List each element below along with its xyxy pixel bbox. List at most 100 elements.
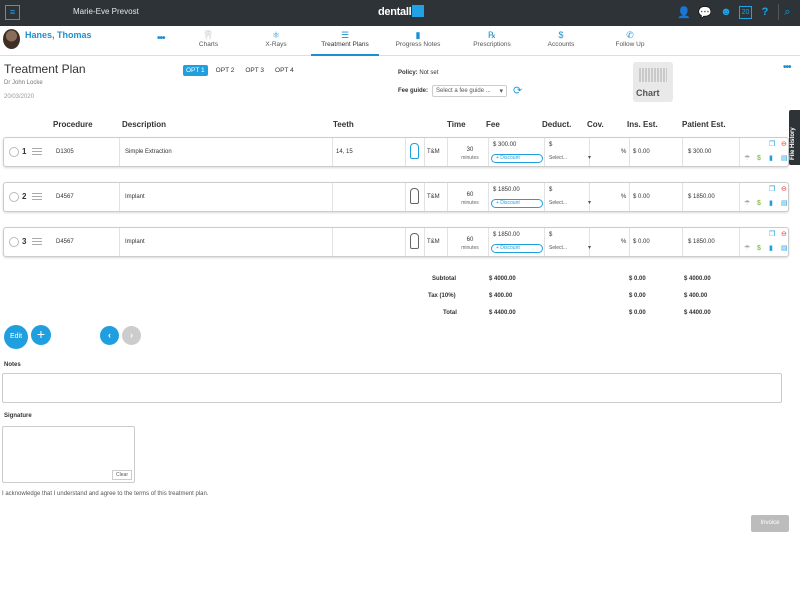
coverage-field[interactable]: % [621,194,626,200]
tooth-icon[interactable] [410,233,419,249]
insurance-umbrella-icon[interactable]: ☂ [744,245,750,253]
refresh-icon[interactable]: ⟳ [513,84,522,97]
chart-thumbnail[interactable]: Chart [633,62,673,102]
signature-pad[interactable]: Clear [2,426,135,483]
fee-field[interactable]: $ 1850.00 [493,187,520,193]
option-tab-1[interactable]: OPT 1 [183,65,208,76]
tab-prescriptions[interactable]: ℞ Prescriptions [457,26,527,56]
option-tab-2[interactable]: OPT 2 [213,65,238,76]
row-select-radio[interactable] [9,147,19,157]
deduct-field[interactable]: $ [549,232,552,238]
tooth-icon[interactable] [410,188,419,204]
clear-signature-button[interactable]: Clear [112,470,132,480]
fee-field[interactable]: $ 300.00 [493,142,516,148]
tab-progress-notes[interactable]: ▮ Progress Notes [379,26,457,56]
app-logo[interactable]: dentall [378,5,425,21]
tab-x-rays[interactable]: ⚛ X-Rays [241,26,311,56]
row-actions: ❐ ⊖ ☂ $ ▮ ▤ [741,140,789,166]
deduct-field[interactable]: $ [549,142,552,148]
file-history-tab[interactable]: File History [789,110,800,165]
insurance-estimate: $ 0.00 [633,149,650,155]
calendar-icon[interactable]: 20 [739,5,752,19]
file-history-label: File History [790,127,796,160]
deduct-select[interactable]: Select... [549,199,591,206]
note-icon[interactable]: ▮ [769,245,773,253]
row-select-radio[interactable] [9,237,19,247]
option-tab-3[interactable]: OPT 3 [242,65,267,76]
option-tab-4[interactable]: OPT 4 [272,65,297,76]
chat-icon[interactable]: 💬 [697,4,713,20]
delete-icon[interactable]: ⊖ [781,141,787,149]
time-field[interactable]: 30 minutes [450,146,490,162]
note-icon[interactable]: ▮ [769,200,773,208]
procedure-code-field[interactable]: D1305 [56,149,74,155]
deduct-select[interactable]: Select... [549,154,591,161]
header-teeth: Teeth [333,120,354,129]
row-number: 1 [22,147,27,156]
next-page-button[interactable]: › [122,326,141,345]
description-field[interactable]: Implant [125,194,145,200]
help-icon[interactable]: ? [757,4,773,20]
discount-button[interactable]: + Discount [491,154,543,163]
note-icon[interactable]: ▮ [769,155,773,163]
discount-button[interactable]: + Discount [491,244,543,253]
dollar-icon[interactable]: $ [757,245,761,253]
description-field[interactable]: Implant [125,239,145,245]
hamburger-menu-icon[interactable]: ≡ [5,5,20,20]
tab-treatment-plans[interactable]: ☰ Treatment Plans [311,26,379,56]
document-icon[interactable]: ▤ [781,200,788,208]
drag-handle-icon[interactable] [32,148,42,156]
patient-name[interactable]: Hanes, Thomas [25,30,92,40]
list-icon: ☰ [340,30,350,40]
procedure-code-field[interactable]: D4567 [56,194,74,200]
dollar-icon[interactable]: $ [757,200,761,208]
fee-guide-select[interactable]: Select a fee guide ... [432,85,507,97]
time-field[interactable]: 60 minutes [450,236,490,252]
search-icon[interactable]: ⌕ [778,4,796,20]
procedure-code-field[interactable]: D4567 [56,239,74,245]
copy-icon[interactable]: ❐ [769,231,775,239]
patients-icon[interactable]: ☻ [718,4,734,20]
top-icon-group: 👤 💬 ☻ 20 ? ⌕ [676,4,796,20]
person-icon[interactable]: 👤 [676,4,692,20]
deduct-field[interactable]: $ [549,187,552,193]
notes-field[interactable] [2,373,782,403]
copy-icon[interactable]: ❐ [769,186,775,194]
discount-button[interactable]: + Discount [491,199,543,208]
page-more-button[interactable]: ••• [783,62,791,73]
edit-button[interactable]: Edit [4,325,28,349]
dollar-icon[interactable]: $ [757,155,761,163]
document-icon[interactable]: ▤ [781,245,788,253]
deduct-select[interactable]: Select... [549,244,591,251]
delete-icon[interactable]: ⊖ [781,231,787,239]
invoice-button[interactable]: Invoice [751,515,789,532]
patient-avatar[interactable] [3,29,20,49]
row-actions: ❐ ⊖ ☂ $ ▮ ▤ [741,230,789,256]
insurance-umbrella-icon[interactable]: ☂ [744,200,750,208]
coverage-field[interactable]: % [621,239,626,245]
coverage-field[interactable]: % [621,149,626,155]
insurance-umbrella-icon[interactable]: ☂ [744,155,750,163]
add-procedure-button[interactable]: + [31,325,51,345]
time-field[interactable]: 60 minutes [450,191,490,207]
time-type: T&M [427,194,440,200]
row-select-radio[interactable] [9,192,19,202]
rx-icon: ℞ [487,30,497,40]
tab-follow-up[interactable]: ✆ Follow Up [595,26,665,56]
fee-field[interactable]: $ 1850.00 [493,232,520,238]
previous-page-button[interactable]: ‹ [100,326,119,345]
tooth-icon[interactable] [410,143,419,159]
description-field[interactable]: Simple Extraction [125,149,172,155]
drag-handle-icon[interactable] [32,193,42,201]
tab-accounts[interactable]: $ Accounts [527,26,595,56]
document-icon[interactable]: ▤ [781,155,788,163]
teeth-field[interactable]: 14, 15 [336,149,353,155]
copy-icon[interactable]: ❐ [769,141,775,149]
drag-handle-icon[interactable] [32,238,42,246]
patient-more-button[interactable]: ••• [157,33,165,44]
table-row: 3 D4567 Implant T&M 60 minutes $ 1850.00 + Disc… [3,227,789,257]
tab-charts[interactable]: 🦷 Charts [176,26,241,56]
insurance-estimate: $ 0.00 [633,194,650,200]
delete-icon[interactable]: ⊖ [781,186,787,194]
subtotal-ins: $ 0.00 [629,276,646,282]
